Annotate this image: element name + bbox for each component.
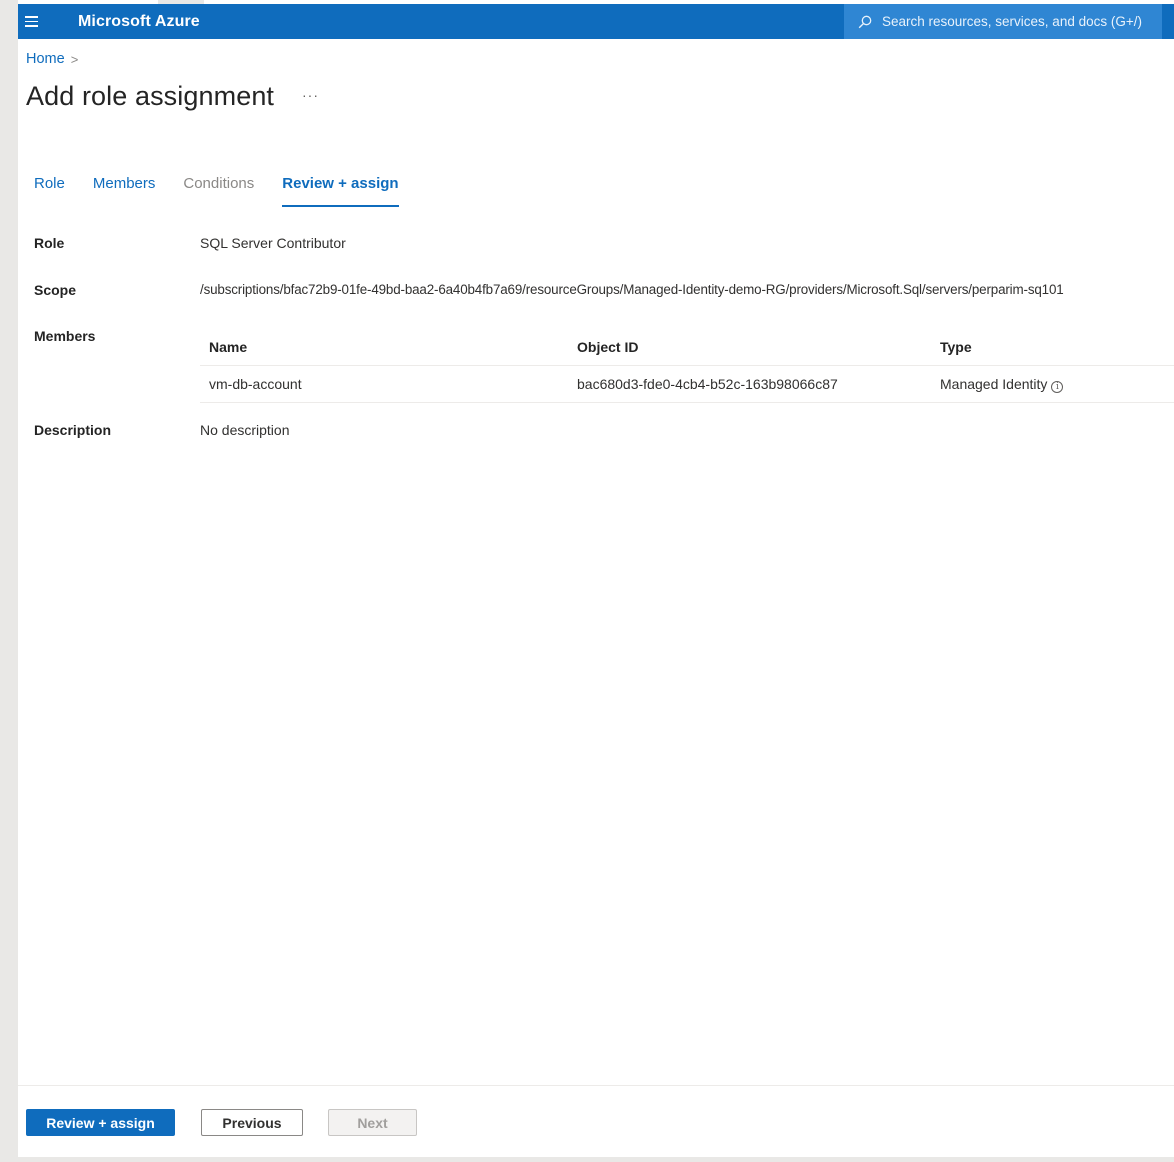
member-type: Managed Identity [940,375,1048,392]
chevron-right-icon: > [70,51,79,67]
main-content: Home > Add role assignment ··· Role Memb… [18,39,1174,1157]
column-header-name: Name [209,338,248,355]
breadcrumb: Home > [26,51,78,67]
scope-label: Scope [34,282,77,298]
role-value: SQL Server Contributor [200,235,346,251]
members-label: Members [34,328,96,344]
wizard-footer: Review + assign Previous Next [18,1085,1174,1157]
left-gutter [0,0,18,1162]
member-object-id: bac680d3-fde0-4cb4-b52c-163b98066c87 [577,376,838,392]
table-header: Name Object ID Type [200,328,1174,366]
column-header-type: Type [940,338,972,355]
tab-role[interactable]: Role [34,175,65,205]
info-icon[interactable]: i [1051,380,1064,393]
description-label: Description [34,422,112,438]
page-title: Add role assignment [26,81,275,111]
top-bar: Microsoft Azure Search resources, servic… [18,4,1174,39]
review-assign-button[interactable]: Review + assign [26,1109,175,1136]
search-placeholder: Search resources, services, and docs (G+… [882,14,1142,29]
column-header-object-id: Object ID [577,338,639,355]
more-options-button[interactable]: ··· [302,87,319,103]
brand-title[interactable]: Microsoft Azure [78,13,200,31]
member-type-cell: Managed Identity i [931,376,1174,393]
scope-value: /subscriptions/bfac72b9-01fe-49bd-baa2-6… [200,282,1064,297]
tab-conditions: Conditions [183,175,255,192]
next-button: Next [328,1109,417,1136]
member-name: vm-db-account [209,376,302,392]
hamburger-icon[interactable] [20,11,42,33]
search-icon [858,15,872,29]
global-search-box[interactable]: Search resources, services, and docs (G+… [844,4,1162,39]
wizard-tabs: Role Members Conditions Review + assign [34,175,427,207]
table-row: vm-db-account bac680d3-fde0-4cb4-b52c-16… [200,366,1174,403]
role-label: Role [34,235,65,251]
tab-review-assign[interactable]: Review + assign [282,175,399,207]
description-value: No description [200,422,290,438]
previous-button[interactable]: Previous [201,1109,303,1136]
members-table: Name Object ID Type vm-db-account bac680… [200,328,1174,403]
bottom-strip [18,1157,1174,1162]
tab-members[interactable]: Members [93,175,156,205]
breadcrumb-home-link[interactable]: Home [26,51,65,67]
